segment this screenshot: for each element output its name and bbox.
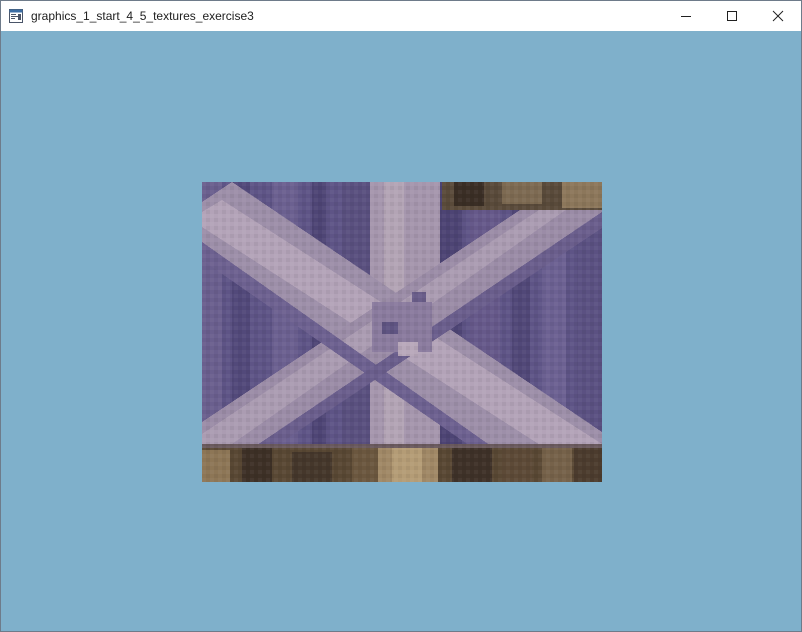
opengl-viewport[interactable] [1, 31, 801, 631]
title-bar[interactable]: graphics_1_start_4_5_textures_exercise3 [1, 1, 801, 31]
close-button[interactable] [755, 1, 801, 31]
maximize-button[interactable] [709, 1, 755, 31]
minimize-button[interactable] [663, 1, 709, 31]
window-title: graphics_1_start_4_5_textures_exercise3 [31, 9, 254, 23]
minimize-icon [681, 16, 691, 17]
close-icon [772, 10, 784, 22]
app-window: graphics_1_start_4_5_textures_exercise3 [0, 0, 802, 632]
app-icon [9, 9, 23, 23]
maximize-icon [727, 11, 737, 21]
textured-quad [202, 182, 602, 482]
